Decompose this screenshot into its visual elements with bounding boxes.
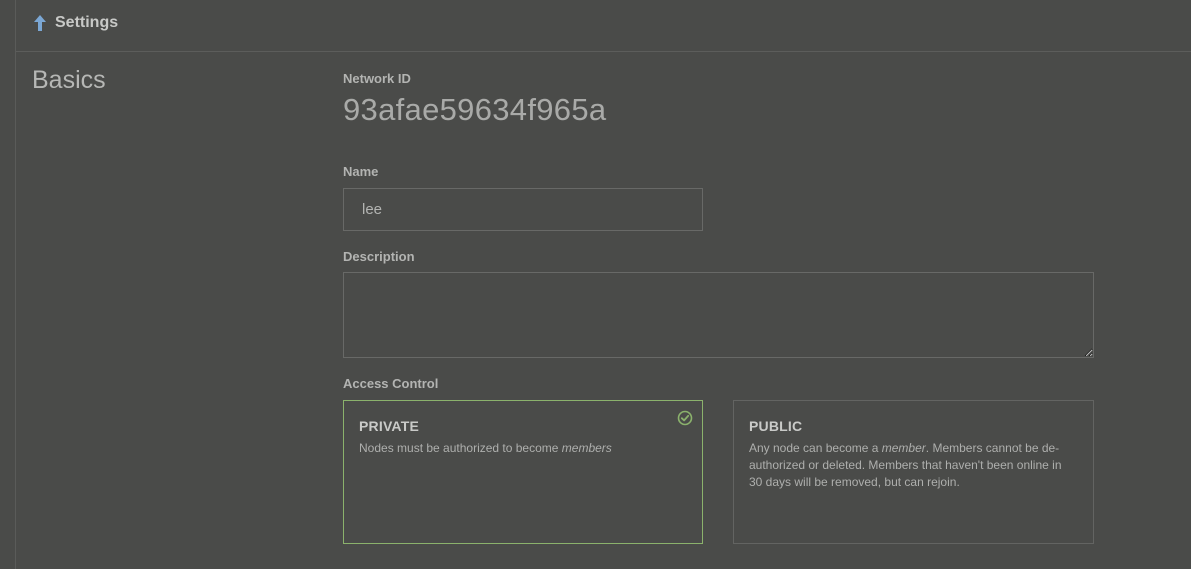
section-title-basics: Basics: [32, 66, 106, 94]
settings-collapse-toggle[interactable]: Settings: [33, 13, 118, 33]
access-option-public[interactable]: PUBLIC Any node can become a member. Mem…: [733, 400, 1094, 544]
settings-title: Settings: [55, 14, 119, 31]
description-label: Description: [343, 249, 415, 264]
access-option-private[interactable]: PRIVATE Nodes must be authorized to beco…: [343, 400, 703, 544]
access-option-private-title: PRIVATE: [359, 418, 419, 434]
access-option-public-description: Any node can become a member. Members ca…: [749, 441, 1062, 489]
description-field[interactable]: [343, 272, 1094, 358]
access-option-private-description: Nodes must be authorized to become membe…: [359, 441, 612, 455]
check-circle-icon: [677, 410, 693, 426]
arrow-up-icon: [34, 15, 46, 31]
settings-panel: Settings Basics Network ID 93afae59634f9…: [15, 0, 1191, 569]
network-id-value: 93afae59634f965a: [343, 92, 607, 127]
settings-header: Settings: [16, 0, 1191, 52]
name-label: Name: [343, 164, 379, 179]
access-control-label: Access Control: [343, 376, 439, 391]
access-option-public-title: PUBLIC: [749, 418, 803, 434]
name-field[interactable]: [343, 188, 703, 231]
network-id-label: Network ID: [343, 71, 411, 86]
